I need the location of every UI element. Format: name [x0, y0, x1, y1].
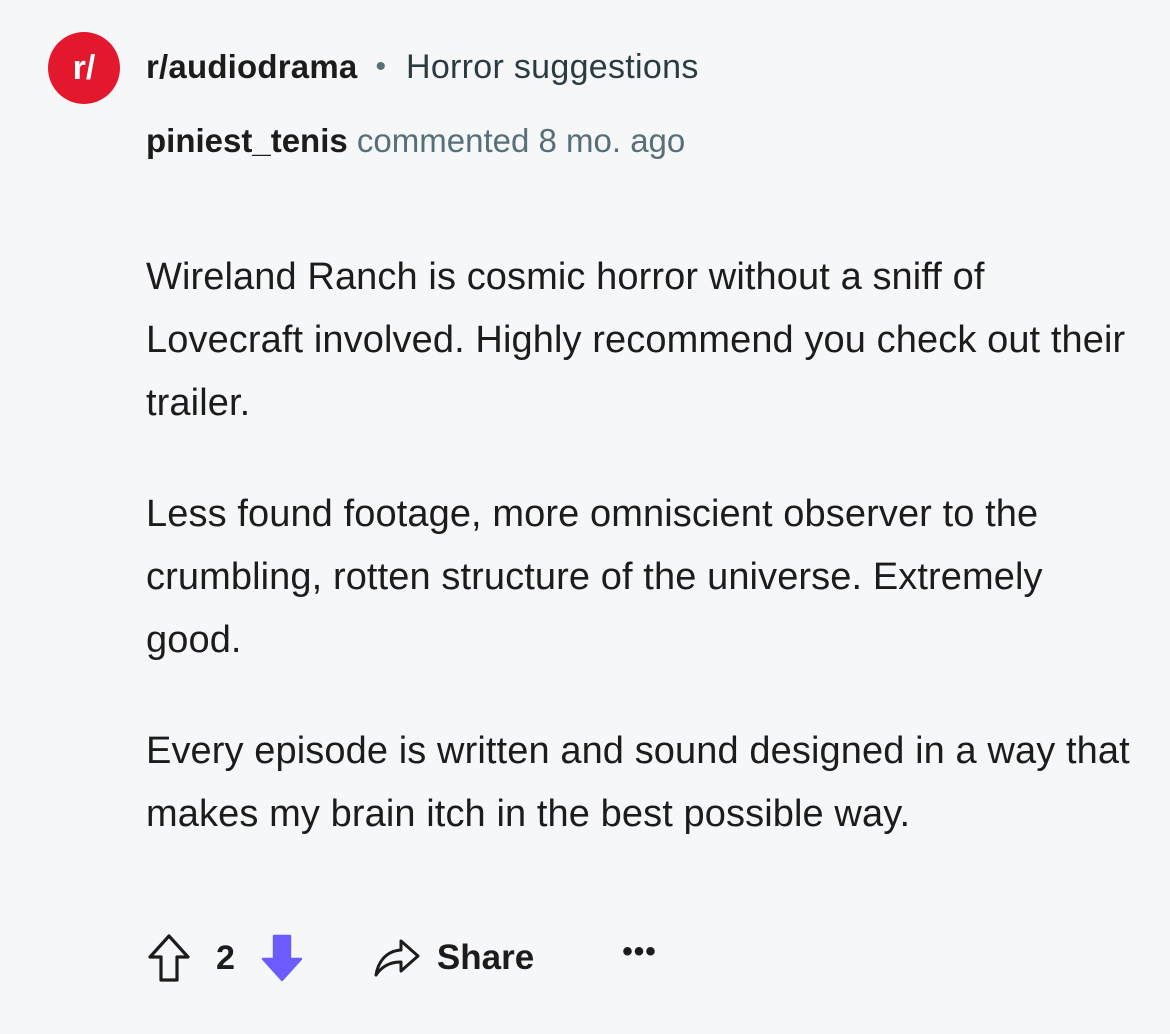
svg-text:r/: r/	[73, 49, 96, 87]
more-options-button[interactable]: •••	[622, 935, 657, 969]
subreddit-link[interactable]: r/audiodrama	[146, 48, 357, 86]
comment-body: Wireland Ranch is cosmic horror without …	[146, 246, 1136, 894]
author-username[interactable]: piniest_tenis	[146, 122, 348, 159]
comment-action: commented	[356, 122, 530, 159]
separator-dot: •	[375, 50, 386, 83]
arrow-down-filled-icon	[261, 934, 303, 982]
comment-age: 8 mo. ago	[538, 122, 686, 159]
comment-card: r/ r/audiodrama • Horror suggestions pin…	[0, 0, 1170, 1034]
share-label: Share	[436, 938, 535, 977]
subreddit-logo-icon: r/	[73, 49, 96, 87]
comment-paragraph: Every episode is written and sound desig…	[146, 730, 1130, 835]
arrow-up-outline-icon	[148, 934, 190, 982]
subreddit-avatar[interactable]: r/	[48, 32, 120, 104]
vote-count: 2	[216, 938, 235, 977]
post-title-link[interactable]: Horror suggestions	[406, 48, 699, 87]
comment-meta: piniest_tenis commented 8 mo. ago	[146, 116, 746, 165]
post-context-header: r/audiodrama • Horror suggestions	[146, 44, 699, 90]
comment-paragraph: Wireland Ranch is cosmic horror without …	[146, 256, 1126, 424]
share-button[interactable]: Share	[373, 938, 534, 978]
comment-actions-bar: 2 Share •••	[146, 926, 657, 990]
downvote-button[interactable]	[259, 932, 305, 984]
upvote-button[interactable]	[146, 932, 192, 984]
share-arrow-icon	[374, 939, 420, 977]
comment-paragraph: Less found footage, more omniscient obse…	[146, 493, 1043, 661]
